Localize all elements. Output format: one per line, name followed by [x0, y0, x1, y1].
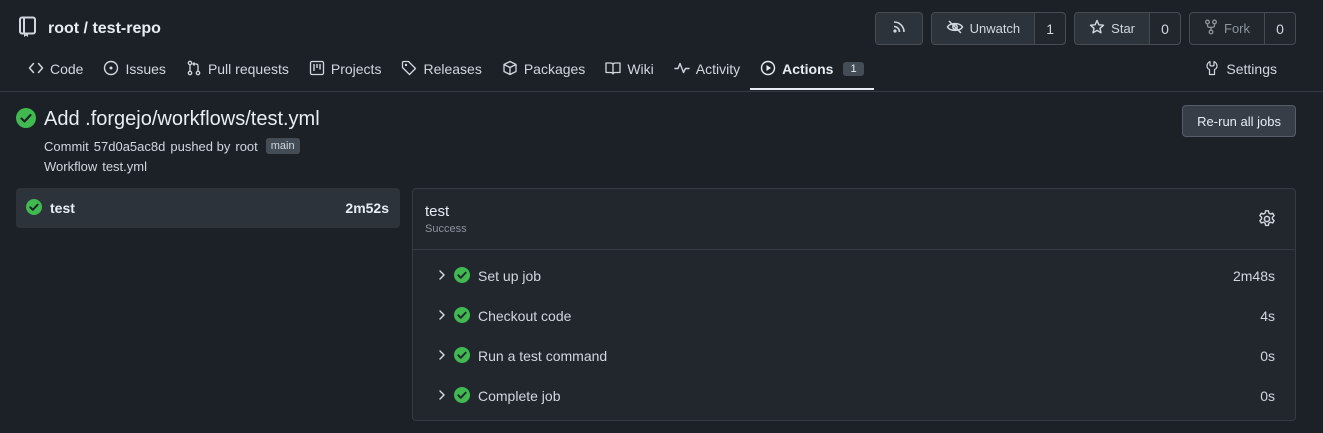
chevron-right-icon: [437, 348, 447, 364]
tool-icon: [1204, 60, 1220, 79]
fork-button[interactable]: Fork 0: [1189, 12, 1296, 45]
star-label: Star: [1111, 21, 1135, 36]
run-workflow-info: Workflow test.yml: [44, 159, 147, 174]
success-check-icon: [26, 198, 42, 218]
code-icon: [28, 60, 44, 79]
step-name: Run a test command: [478, 348, 608, 364]
tab-issues-label: Issues: [125, 61, 166, 77]
author-link[interactable]: root: [235, 139, 257, 154]
tab-packages[interactable]: Packages: [492, 50, 595, 88]
commit-sha-link[interactable]: 57d0a5ac8d: [94, 139, 166, 154]
star-icon: [1089, 19, 1105, 38]
package-icon: [502, 60, 518, 79]
job-name: test: [50, 200, 75, 216]
repo-tabs: Code Issues Pull requests Projects Relea…: [18, 50, 874, 90]
step-duration: 0s: [1260, 348, 1275, 364]
book-icon: [605, 60, 621, 79]
job-step[interactable]: Checkout code 4s: [413, 296, 1295, 336]
tab-activity[interactable]: Activity: [664, 50, 750, 88]
tab-activity-label: Activity: [695, 61, 741, 77]
tab-actions-label: Actions: [782, 61, 834, 77]
actions-count-badge: 1: [843, 62, 864, 76]
job-detail-panel: test Success Set up job 2m48s Checkout c…: [412, 188, 1296, 421]
run-title-text: Add .forgejo/workflows/test.yml: [44, 108, 320, 130]
step-duration: 2m48s: [1232, 268, 1275, 284]
tab-code[interactable]: Code: [18, 50, 93, 88]
pulse-icon: [674, 60, 690, 79]
star-count[interactable]: 0: [1149, 13, 1180, 44]
run-title: Add .forgejo/workflows/test.yml: [16, 108, 320, 131]
repo-icon: [18, 16, 38, 41]
tab-wiki-label: Wiki: [627, 61, 654, 77]
success-check-icon: [454, 386, 470, 406]
tab-pull-requests[interactable]: Pull requests: [176, 50, 299, 88]
run-commit-info: Commit 57d0a5ac8d pushed by root main: [44, 138, 300, 154]
step-name: Set up job: [478, 268, 542, 284]
play-icon: [760, 60, 776, 79]
tab-packages-label: Packages: [523, 61, 586, 77]
success-check-icon: [454, 346, 470, 366]
repo-header-buttons: Unwatch 1 Star 0 Fork 0: [874, 12, 1296, 45]
chevron-right-icon: [437, 268, 447, 284]
workflow-label: Workflow: [44, 159, 98, 174]
tab-issues[interactable]: Issues: [93, 50, 175, 88]
success-check-icon: [454, 266, 470, 286]
tab-actions[interactable]: Actions 1: [750, 50, 874, 90]
job-duration: 2m52s: [345, 200, 389, 216]
tab-settings-label: Settings: [1226, 61, 1277, 77]
watch-button[interactable]: Unwatch 1: [930, 12, 1067, 45]
tab-settings[interactable]: Settings: [1204, 50, 1277, 88]
fork-icon: [1204, 19, 1218, 38]
issue-icon: [103, 60, 119, 79]
tag-icon: [401, 60, 417, 79]
rerun-all-jobs-button[interactable]: Re-run all jobs: [1182, 105, 1296, 137]
watch-count[interactable]: 1: [1034, 13, 1066, 44]
pushed-by-label: pushed by: [170, 138, 231, 154]
job-step[interactable]: Run a test command 0s: [413, 336, 1295, 376]
rss-icon: [891, 19, 907, 38]
job-detail-name: test: [425, 203, 450, 220]
eye-closed-icon: [946, 19, 964, 38]
job-list-item[interactable]: test 2m52s: [16, 188, 400, 228]
fork-label: Fork: [1224, 21, 1250, 36]
gear-icon[interactable]: [1257, 209, 1277, 232]
success-check-icon: [16, 108, 36, 131]
fork-count[interactable]: 0: [1264, 13, 1295, 44]
chevron-right-icon: [437, 388, 447, 404]
job-detail-status: Success: [425, 223, 467, 235]
pull-request-icon: [186, 60, 202, 79]
tab-releases[interactable]: Releases: [391, 50, 491, 88]
repo-title: root / test-repo: [18, 16, 161, 41]
step-name: Checkout code: [478, 308, 572, 324]
repo-header: root / test-repo Unwatch 1 Star 0 Fork 0…: [0, 0, 1323, 92]
star-button[interactable]: Star 0: [1074, 12, 1181, 45]
step-name: Complete job: [478, 388, 561, 404]
tab-projects-label: Projects: [330, 61, 382, 77]
step-duration: 4s: [1260, 308, 1275, 324]
workflow-file-link[interactable]: test.yml: [102, 159, 147, 174]
step-duration: 0s: [1260, 388, 1275, 404]
tab-code-label: Code: [50, 61, 84, 77]
watch-label: Unwatch: [969, 21, 1021, 36]
branch-badge[interactable]: main: [265, 138, 300, 154]
repo-name-link[interactable]: root / test-repo: [48, 20, 161, 38]
job-detail-header: test Success: [413, 189, 1295, 250]
tab-releases-label: Releases: [423, 61, 482, 77]
project-icon: [309, 60, 325, 79]
tab-pull-requests-label: Pull requests: [207, 61, 289, 77]
tab-projects[interactable]: Projects: [299, 50, 392, 88]
tab-wiki[interactable]: Wiki: [595, 50, 663, 88]
job-step[interactable]: Complete job 0s: [413, 376, 1295, 416]
commit-label: Commit: [44, 138, 89, 154]
success-check-icon: [454, 306, 470, 326]
job-step[interactable]: Set up job 2m48s: [413, 256, 1295, 296]
chevron-right-icon: [437, 308, 447, 324]
rss-feed-button[interactable]: [874, 12, 923, 45]
